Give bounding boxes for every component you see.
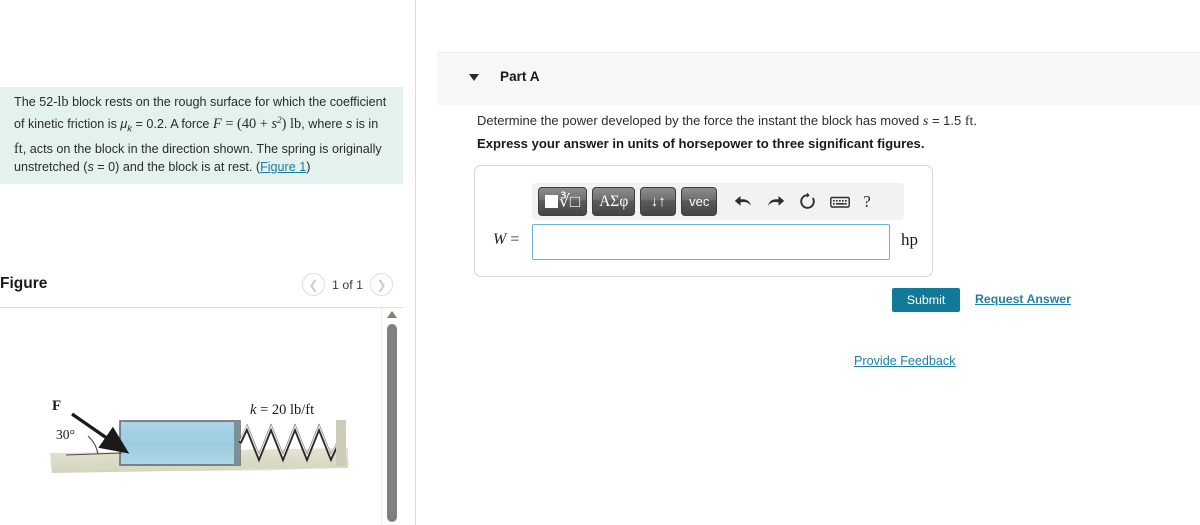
answer-box: ∛□ ΑΣφ ↓↑ vec ? W = hp: [474, 165, 933, 277]
instruction-text: Express your answer in units of horsepow…: [477, 136, 925, 151]
spring-constant-label: k = 20 lb/ft: [250, 402, 314, 418]
answer-equals: =: [506, 231, 520, 248]
figure-page-count: 1 of 1: [331, 277, 363, 292]
chevron-right-icon: ❯: [376, 277, 387, 292]
angle-arc: [87, 435, 99, 455]
problem-text-4: is in: [352, 117, 379, 132]
reset-circle-icon[interactable]: [798, 192, 817, 211]
answer-input[interactable]: [532, 224, 890, 260]
vector-button[interactable]: vec: [681, 187, 718, 216]
problem-statement: The 52-lb block rests on the rough surfa…: [0, 87, 403, 185]
math-template-button[interactable]: ∛□: [538, 187, 588, 216]
redo-arrow-icon[interactable]: [766, 193, 785, 210]
question-suffix: = 1.5: [928, 113, 965, 128]
scroll-up-arrow-icon[interactable]: [387, 311, 397, 318]
provide-feedback-link[interactable]: Provide Feedback: [854, 354, 956, 368]
help-icon[interactable]: ?: [863, 192, 871, 212]
figure-next-button[interactable]: ❯: [370, 273, 393, 296]
help-icon-label: ?: [863, 191, 871, 211]
updown-arrows-icon: ↓↑: [650, 193, 666, 210]
block-right-face: [234, 421, 240, 465]
answer-variable: W: [493, 231, 507, 248]
answer-toolbar: ∛□ ΑΣφ ↓↑ vec ?: [532, 183, 904, 220]
right-pane: Part A Determine the power developed by …: [416, 0, 1200, 525]
question-text: Determine the power developed by the for…: [477, 113, 977, 130]
problem-text-7: ): [306, 159, 311, 174]
force-formula-close: ): [281, 116, 291, 133]
spring-k-value: = 20 lb/ft: [256, 402, 314, 418]
answer-unit-label: hp: [901, 230, 918, 249]
problem-unit-lb: lb: [57, 94, 69, 110]
spring-wall: [336, 420, 346, 466]
force-formula-eq: = (40 +: [221, 116, 272, 133]
figure-prev-button[interactable]: ❮: [301, 273, 325, 296]
greek-symbols-label: ΑΣφ: [599, 192, 629, 210]
mu-value: = 0.2. A force: [132, 117, 213, 132]
vector-label: vec: [689, 194, 710, 209]
scrollbar-thumb[interactable]: [387, 324, 397, 522]
chevron-down-icon[interactable]: [469, 74, 479, 81]
figure-header: Figure ❮ 1 of 1 ❯: [0, 271, 403, 307]
greek-symbols-button[interactable]: ΑΣφ: [592, 187, 636, 216]
force-unit-lb: lb: [290, 116, 302, 133]
template-icon: ∛□: [545, 193, 580, 210]
part-a-label: Part A: [500, 69, 540, 84]
figure-scrollbar[interactable]: [381, 308, 403, 525]
problem-text-1: The 52-: [14, 95, 58, 109]
figure-title: Figure: [0, 275, 48, 292]
keyboard-icon[interactable]: [830, 195, 851, 209]
problem-text-3: , where: [301, 117, 347, 132]
force-symbol-F: F: [212, 116, 222, 133]
figure-navigation: ❮ 1 of 1 ❯: [301, 273, 393, 296]
chevron-left-icon: ❮: [308, 277, 319, 292]
problem-unit-ft: ft: [14, 140, 23, 157]
question-prefix: Determine the power developed by the for…: [477, 113, 923, 128]
problem-text-6: = 0) and the block is at rest. (: [93, 159, 261, 174]
submit-button[interactable]: Submit: [892, 288, 960, 312]
left-pane: The 52-lb block rests on the rough surfa…: [0, 0, 403, 525]
updown-arrows-button[interactable]: ↓↑: [640, 187, 677, 216]
angle-label: 30°: [56, 427, 75, 442]
part-a-header[interactable]: Part A: [437, 52, 1200, 105]
figure-1-link[interactable]: Figure 1: [260, 160, 306, 174]
request-answer-link[interactable]: Request Answer: [975, 292, 1071, 306]
physics-diagram: k = 20 lb/ft F 30°: [50, 398, 350, 473]
force-arrow: [71, 412, 130, 454]
block: [119, 420, 241, 466]
answer-variable-label: W =: [493, 231, 519, 249]
figure-canvas: k = 20 lb/ft F 30°: [0, 308, 380, 525]
force-label: F: [52, 398, 61, 414]
undo-arrow-icon[interactable]: [734, 193, 753, 210]
question-end: .: [973, 113, 978, 128]
